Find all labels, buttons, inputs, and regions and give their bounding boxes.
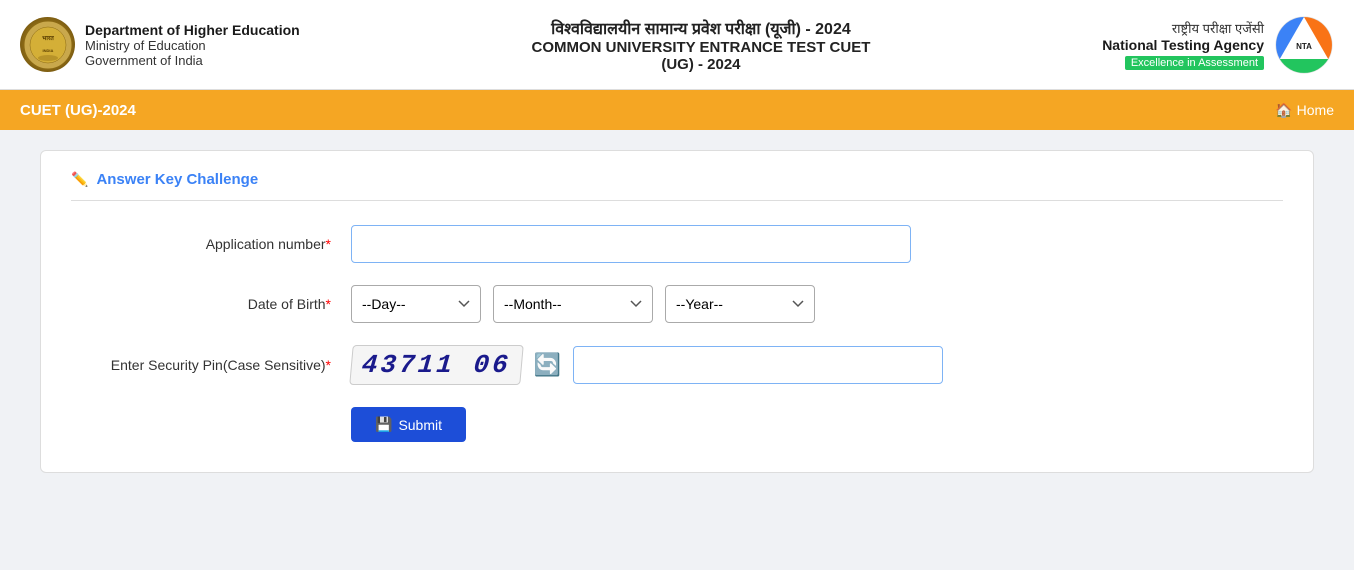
card-header: ✏️ Answer Key Challenge [71,171,1283,201]
application-number-input[interactable] [351,225,911,263]
dob-label: Date of Birth* [71,296,351,312]
title-english-line1: COMMON UNIVERSITY ENTRANCE TEST CUET [300,39,1103,56]
home-link[interactable]: 🏠 Home [1275,102,1334,119]
svg-text:INDIA: INDIA [42,48,53,53]
govt-emblem: भारत INDIA [20,17,75,72]
month-select[interactable]: --Month-- --Month--JanuaryFebruaryMarchA… [493,285,653,323]
dept-info: Department of Higher Education Ministry … [85,22,300,68]
header-center: विश्वविद्यालयीन सामान्य प्रवेश परीक्षा (… [300,17,1103,73]
home-icon: 🏠 [1275,102,1292,119]
dept-name: Department of Higher Education [85,22,300,38]
submit-label: Submit [398,417,442,433]
dept-sub1: Ministry of Education [85,38,300,53]
dob-group: --Day-- --Day--1234567891011121314151617… [351,285,815,323]
nta-english: National Testing Agency [1102,37,1264,53]
security-required: * [326,357,331,373]
app-number-row: Application number* [71,225,1283,263]
card-title: Answer Key Challenge [96,171,258,188]
security-group: 43711 06 🔄 [351,345,943,385]
app-number-required: * [326,236,331,252]
form-card: ✏️ Answer Key Challenge Application numb… [40,150,1314,473]
captcha-display: 43711 06 [349,345,523,385]
title-english-line2: (UG) - 2024 [300,56,1103,73]
svg-text:NTA: NTA [1296,42,1312,51]
submit-row: 💾 Submit [351,407,1283,442]
submit-button[interactable]: 💾 Submit [351,407,466,442]
app-number-label: Application number* [71,236,351,252]
navbar-brand: CUET (UG)-2024 [20,102,136,119]
edit-icon: ✏️ [71,171,88,188]
navbar: CUET (UG)-2024 🏠 Home [0,90,1354,130]
security-label: Enter Security Pin(Case Sensitive)* [71,357,351,373]
refresh-captcha-icon[interactable]: 🔄 [534,352,561,378]
header-right: राष्ट्रीय परीक्षा एजेंसी National Testin… [1102,15,1334,75]
dept-sub2: Government of India [85,53,300,68]
dob-row: Date of Birth* --Day-- --Day--1234567891… [71,285,1283,323]
nta-tagline: Excellence in Assessment [1125,56,1264,70]
title-hindi: विश्वविद्यालयीन सामान्य प्रवेश परीक्षा (… [300,17,1103,39]
home-label: Home [1297,102,1334,118]
nta-info: राष्ट्रीय परीक्षा एजेंसी National Testin… [1102,19,1264,71]
dob-required: * [326,296,331,312]
header-left: भारत INDIA Department of Higher Educatio… [20,17,300,72]
submit-icon: 💾 [375,416,392,433]
security-row: Enter Security Pin(Case Sensitive)* 4371… [71,345,1283,385]
nta-logo: NTA [1274,15,1334,75]
svg-text:भारत: भारत [42,36,54,42]
day-select[interactable]: --Day-- --Day--1234567891011121314151617… [351,285,481,323]
page-header: भारत INDIA Department of Higher Educatio… [0,0,1354,90]
year-select[interactable]: --Year-- --Year--19901991199219931994199… [665,285,815,323]
main-content: ✏️ Answer Key Challenge Application numb… [0,130,1354,493]
security-pin-input[interactable] [573,346,943,384]
nta-hindi: राष्ट्रीय परीक्षा एजेंसी [1102,19,1264,37]
